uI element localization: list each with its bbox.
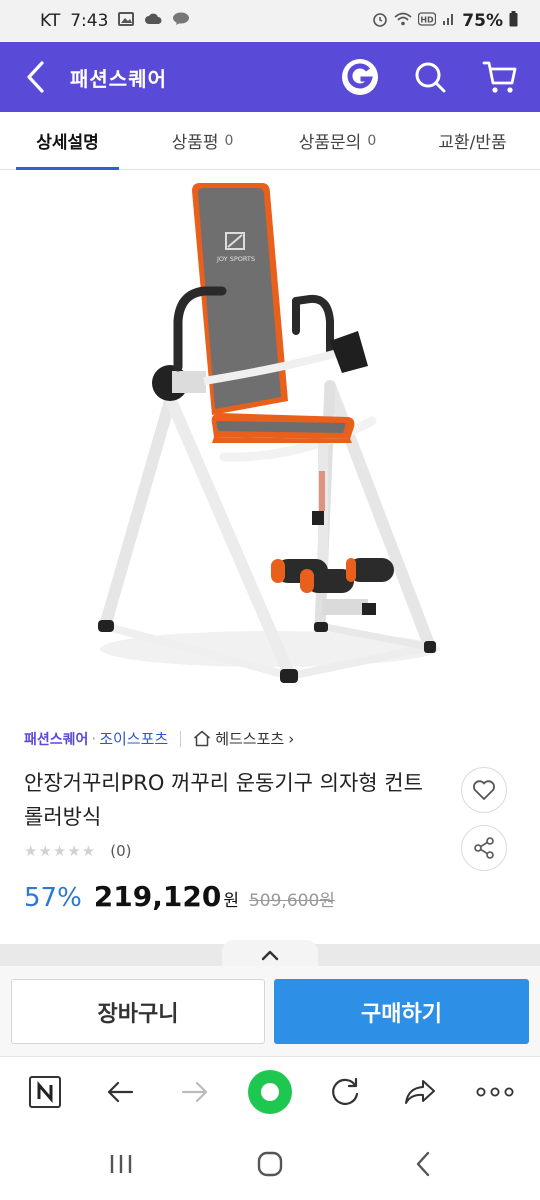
tab-label: 상품문의 bbox=[298, 133, 362, 153]
tab-inquiries[interactable]: 상품문의 0 bbox=[270, 112, 405, 169]
wishlist-button[interactable] bbox=[461, 767, 507, 813]
more-icon bbox=[476, 1087, 514, 1097]
foot-cap bbox=[98, 620, 114, 632]
share-arrow-icon bbox=[405, 1080, 435, 1104]
system-navigation-bar bbox=[0, 1126, 540, 1200]
tab-count: 0 bbox=[367, 132, 377, 149]
category-link[interactable]: 헤드스포츠 › bbox=[193, 728, 294, 749]
talk-icon bbox=[172, 12, 190, 30]
product-tabs: 상세설명 상품평 0 상품문의 0 교환/반품 bbox=[0, 112, 540, 170]
browser-toolbar bbox=[0, 1056, 540, 1126]
product-name: 안장거꾸리PRO 꺼꾸리 운동기구 의자형 컨트롤러방식 bbox=[24, 771, 423, 829]
green-home-icon bbox=[248, 1070, 292, 1114]
back-nav-icon bbox=[416, 1151, 430, 1177]
price-block: 57% 219,120 원 509,600원 bbox=[24, 880, 335, 913]
star-rating: ★★★★★ bbox=[24, 842, 97, 860]
tab-label: 상품평 bbox=[171, 133, 219, 153]
store-link[interactable]: 패션스퀘어 bbox=[24, 729, 88, 749]
image-icon bbox=[118, 12, 135, 30]
tab-reviews[interactable]: 상품평 0 bbox=[135, 112, 270, 169]
chevron-up-icon bbox=[261, 950, 279, 961]
home-icon bbox=[257, 1151, 283, 1177]
recent-apps-button[interactable] bbox=[96, 1144, 146, 1184]
buy-now-button[interactable]: 구매하기 bbox=[274, 979, 529, 1044]
seat-pad bbox=[216, 421, 346, 433]
breadcrumb: 패션스퀘어 · 조이스포츠 헤드스포츠 › bbox=[24, 728, 294, 749]
hd-icon: HD bbox=[418, 12, 437, 30]
brand-link[interactable]: 조이스포츠 bbox=[99, 728, 168, 749]
refresh-button[interactable] bbox=[320, 1067, 370, 1117]
wifi-icon bbox=[394, 12, 412, 30]
category-label: 헤드스포츠 bbox=[215, 730, 285, 748]
battery-percent: 75% bbox=[462, 11, 503, 31]
foot-cap bbox=[424, 641, 436, 653]
search-button[interactable] bbox=[408, 55, 452, 99]
naver-n-icon bbox=[29, 1076, 61, 1108]
share-button[interactable] bbox=[461, 825, 507, 871]
browser-back-button[interactable] bbox=[95, 1067, 145, 1117]
currency-unit: 원 bbox=[223, 891, 239, 911]
back-nav-button[interactable] bbox=[398, 1144, 448, 1184]
breadcrumb-separator: · bbox=[91, 729, 97, 748]
tab-exchange-return[interactable]: 교환/반품 bbox=[405, 112, 540, 169]
original-price: 509,600원 bbox=[248, 891, 335, 911]
share-icon bbox=[474, 837, 494, 859]
recent-apps-icon bbox=[110, 1155, 132, 1173]
more-button[interactable] bbox=[470, 1067, 520, 1117]
back-icon bbox=[107, 1081, 134, 1103]
browser-forward-button[interactable] bbox=[170, 1067, 220, 1117]
cart-button[interactable] bbox=[478, 55, 522, 99]
green-home-button[interactable] bbox=[245, 1067, 295, 1117]
naver-button[interactable] bbox=[20, 1067, 70, 1117]
alarm-icon bbox=[372, 11, 388, 31]
back-arrow-icon bbox=[27, 61, 44, 93]
product-image[interactable]: JOY SPORTS bbox=[0, 171, 540, 711]
page-title: 패션스퀘어 bbox=[70, 66, 167, 91]
add-to-cart-button[interactable]: 장바구니 bbox=[11, 979, 265, 1044]
clock: 7:43 bbox=[70, 11, 109, 31]
battery-icon bbox=[509, 11, 518, 31]
cart-icon bbox=[482, 61, 517, 93]
sale-price: 219,120 bbox=[93, 880, 222, 913]
tab-description[interactable]: 상세설명 bbox=[0, 112, 135, 170]
share-page-button[interactable] bbox=[395, 1067, 445, 1117]
rating: ★★★★★ (0) bbox=[24, 842, 132, 860]
carrier-label: KT bbox=[40, 11, 61, 31]
back-button[interactable] bbox=[0, 42, 70, 112]
tab-count: 0 bbox=[224, 132, 234, 149]
app-header: 패션스퀘어 bbox=[0, 42, 540, 112]
tab-label: 상세설명 bbox=[36, 133, 99, 153]
brand-logo-text: JOY SPORTS bbox=[216, 255, 255, 263]
g-logo-button[interactable] bbox=[338, 55, 382, 99]
refresh-icon bbox=[332, 1077, 359, 1105]
foot-cap bbox=[280, 669, 298, 683]
forward-icon bbox=[181, 1081, 208, 1103]
review-count: (0) bbox=[110, 842, 132, 860]
discount-rate: 57% bbox=[24, 883, 82, 913]
status-bar: KT 7:43 HD 75% bbox=[0, 0, 540, 42]
cloud-icon bbox=[144, 13, 162, 29]
home-button[interactable] bbox=[245, 1144, 295, 1184]
foot-cap bbox=[314, 622, 328, 632]
heart-icon bbox=[473, 780, 495, 800]
chevron-right-icon: › bbox=[288, 729, 295, 748]
svg-text:HD: HD bbox=[421, 16, 435, 25]
home-outline-icon bbox=[194, 730, 211, 747]
g-logo-icon bbox=[342, 59, 378, 95]
signal-icon bbox=[442, 12, 456, 30]
breadcrumb-divider bbox=[180, 730, 182, 747]
search-icon bbox=[415, 62, 446, 93]
tab-label: 교환/반품 bbox=[438, 133, 507, 153]
